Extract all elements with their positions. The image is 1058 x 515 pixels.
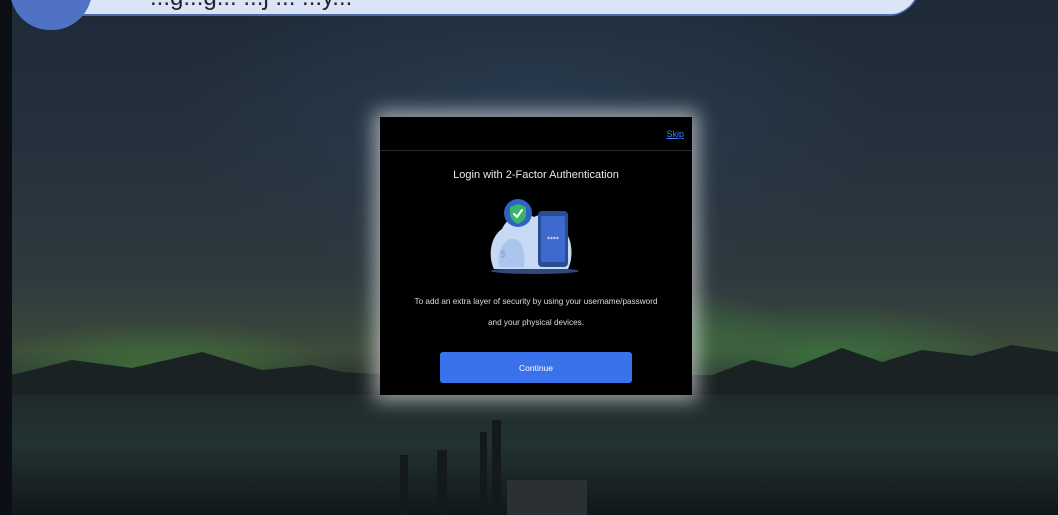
two-factor-modal: Skip Login with 2-Factor Authentication … (380, 117, 692, 395)
pier-post (400, 455, 408, 515)
description-line-2: and your physical devices. (487, 318, 585, 327)
phone-mask-text: **** (547, 236, 559, 243)
pier-post (492, 420, 501, 515)
two-factor-illustration: $ **** (490, 199, 579, 274)
description-line-1: To add an extra layer of security by usi… (414, 297, 658, 306)
continue-button[interactable]: Continue (440, 352, 632, 383)
header-divider (380, 150, 692, 151)
shield-check-icon (504, 199, 532, 227)
modal-description: To add an extra layer of security by usi… (388, 291, 684, 333)
pier-deck (507, 480, 587, 515)
modal-title: Login with 2-Factor Authentication (453, 169, 619, 181)
svg-text:$: $ (500, 249, 506, 260)
pier-post (437, 450, 447, 515)
skip-link[interactable]: Skip (666, 129, 684, 139)
phone-icon: **** (538, 211, 568, 267)
top-banner-text: ...g...g... ...ʃ ... ...y... (150, 0, 352, 12)
pier-post (480, 432, 487, 515)
